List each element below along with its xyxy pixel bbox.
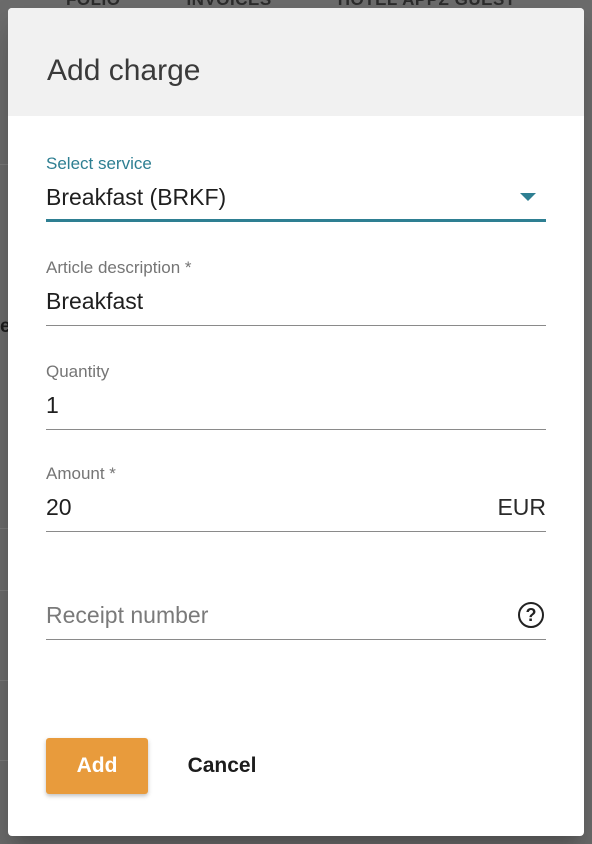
quantity-input[interactable]: 1 — [46, 390, 59, 420]
dialog-header: Add charge — [8, 8, 584, 116]
receipt-number-underline — [46, 639, 546, 640]
amount-input[interactable]: 20 — [46, 492, 72, 522]
article-description-label: Article description * — [46, 258, 192, 277]
quantity-field[interactable]: Quantity 1 — [46, 362, 546, 430]
amount-field[interactable]: Amount * 20 EUR — [46, 464, 546, 532]
background-divider — [0, 590, 8, 591]
article-description-underline — [46, 325, 546, 326]
dialog-title: Add charge — [47, 54, 201, 87]
quantity-label: Quantity — [46, 362, 110, 381]
background-divider — [0, 680, 8, 681]
amount-underline — [46, 531, 546, 532]
service-select-value[interactable]: Breakfast (BRKF) — [46, 182, 226, 212]
dropdown-arrow-icon[interactable] — [520, 193, 536, 201]
add-charge-dialog: Add charge Select service Breakfast (BRK… — [8, 8, 584, 836]
background-divider — [0, 528, 8, 529]
service-select-underline — [46, 219, 546, 222]
quantity-underline — [46, 429, 546, 430]
amount-label: Amount * — [46, 464, 116, 483]
add-button[interactable]: Add — [46, 738, 148, 794]
article-description-input[interactable]: Breakfast — [46, 286, 143, 316]
background-divider — [0, 760, 8, 761]
service-select[interactable]: Select service Breakfast (BRKF) — [46, 154, 546, 222]
receipt-number-field[interactable]: Receipt number ? — [46, 576, 546, 640]
currency-suffix: EUR — [497, 493, 546, 520]
service-select-label: Select service — [46, 154, 152, 173]
receipt-number-input[interactable]: Receipt number — [46, 600, 208, 630]
cancel-button[interactable]: Cancel — [172, 738, 272, 794]
background-divider — [0, 164, 8, 165]
article-description-field[interactable]: Article description * Breakfast — [46, 258, 546, 326]
help-circle-icon[interactable]: ? — [518, 602, 544, 628]
